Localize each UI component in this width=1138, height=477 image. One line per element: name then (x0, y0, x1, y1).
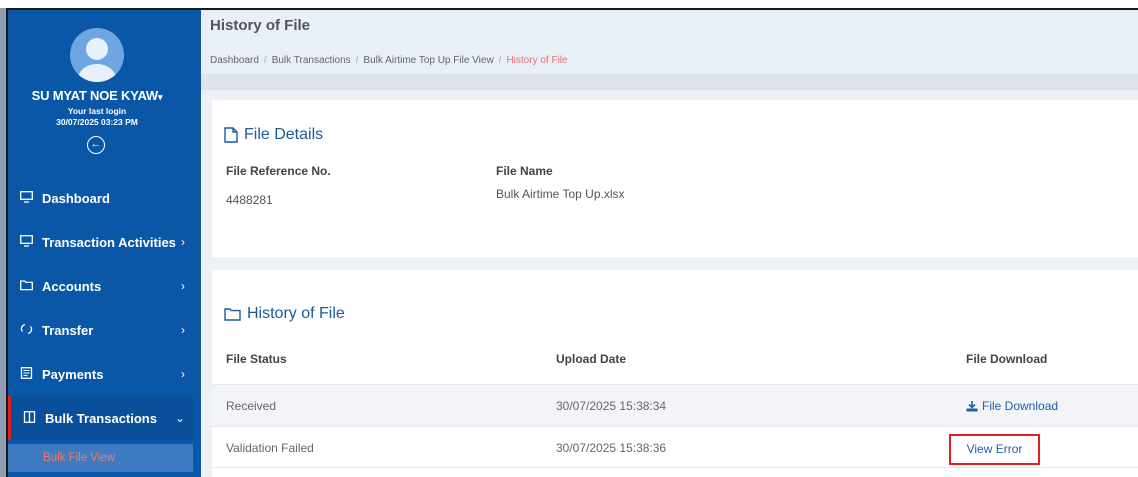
folder-icon (20, 279, 38, 294)
user-name-label: SU MYAT NOE KYAW (31, 88, 159, 103)
sidebar-subitem-bulk-file-view[interactable]: Bulk File View (8, 444, 193, 472)
file-status-cell: Received (226, 399, 277, 413)
chevron-right-icon: › (181, 367, 185, 381)
history-title: History of File (224, 305, 345, 323)
monitor-icon (20, 234, 38, 250)
upload-date-cell: 30/07/2025 15:38:36 (556, 441, 667, 455)
file-details-title-text: File Details (244, 126, 324, 143)
header-divider (201, 74, 1138, 90)
breadcrumb: Dashboard / Bulk Transactions / Bulk Airtime… (210, 55, 568, 66)
refresh-icon (20, 323, 38, 338)
file-details-card: File Details File Reference No. File Nam… (212, 100, 1138, 257)
app-frame: SU MYAT NOE KYAW▾ Your last login 30/07/… (6, 8, 1138, 477)
sidebar-item-bulk-transactions[interactable]: Bulk Transactions ⌄ (8, 396, 193, 440)
upload-date-cell: 30/07/2025 15:38:34 (556, 399, 667, 413)
collapse-sidebar-icon[interactable]: ← (87, 136, 105, 154)
download-icon (966, 400, 978, 411)
file-icon (224, 127, 238, 143)
avatar[interactable] (70, 28, 124, 82)
chevron-right-icon: › (181, 235, 185, 249)
last-login-date: 30/07/2025 03:23 PM (56, 117, 138, 127)
table-row: Received 30/07/2025 15:38:34 File Downlo… (212, 384, 1138, 426)
breadcrumb-bulk-airtime-file-view[interactable]: Bulk Airtime Top Up File View (363, 55, 493, 66)
sidebar-item-dashboard[interactable]: Dashboard (8, 176, 193, 220)
table-row: Validation Failed 30/07/2025 15:38:36 Vi… (212, 426, 1138, 468)
avatar-body (78, 64, 116, 82)
sidebar: SU MYAT NOE KYAW▾ Your last login 30/07/… (8, 10, 201, 477)
folder-open-icon (224, 308, 241, 321)
breadcrumb-bulk-transactions[interactable]: Bulk Transactions (272, 55, 351, 66)
file-download-link[interactable]: File Download (966, 399, 1058, 413)
history-card: History of File File Status Upload Date … (212, 270, 1138, 477)
file-name-label: File Name (496, 164, 553, 178)
chevron-right-icon: › (181, 279, 185, 293)
column-header-file-status: File Status (226, 352, 287, 366)
user-name-dropdown[interactable]: SU MYAT NOE KYAW▾ (8, 88, 186, 103)
document-icon (20, 366, 38, 382)
file-download-label: File Download (982, 399, 1059, 413)
history-title-text: History of File (247, 305, 345, 322)
breadcrumb-current: History of File (506, 55, 568, 66)
file-reference-label: File Reference No. (226, 164, 331, 178)
sidebar-item-label: Dashboard (42, 190, 110, 206)
file-name-value: Bulk Airtime Top Up.xlsx (496, 187, 625, 201)
sidebar-item-payments[interactable]: Payments › (8, 352, 193, 396)
columns-icon (23, 410, 41, 426)
sidebar-item-label: Transaction Activities (42, 234, 176, 250)
page-title: History of File (210, 17, 311, 34)
breadcrumb-dashboard[interactable]: Dashboard (210, 55, 259, 66)
sidebar-item-label: Payments (42, 366, 104, 382)
sidebar-item-transaction-activities[interactable]: Transaction Activities › (8, 220, 193, 264)
page-header: History of File Dashboard / Bulk Transacti… (201, 10, 1138, 74)
sidebar-item-label: Accounts (42, 278, 102, 294)
sidebar-item-accounts[interactable]: Accounts › (8, 264, 193, 308)
file-reference-value: 4488281 (226, 193, 273, 207)
avatar-head (86, 38, 108, 60)
last-login-label: Your last login (67, 106, 127, 116)
file-status-cell: Validation Failed (226, 441, 314, 455)
sidebar-item-transfer[interactable]: Transfer › (8, 308, 193, 352)
chevron-right-icon: › (181, 323, 185, 337)
column-header-file-download: File Download (966, 352, 1048, 366)
main-content: History of File Dashboard / Bulk Transacti… (201, 10, 1138, 477)
file-details-title: File Details (224, 126, 323, 144)
monitor-icon (20, 190, 38, 206)
chevron-down-icon: ⌄ (174, 411, 185, 425)
column-header-upload-date: Upload Date (556, 352, 627, 366)
sidebar-item-label: Bulk Transactions (45, 410, 157, 426)
sidebar-item-label: Transfer (42, 322, 94, 338)
view-error-button[interactable]: View Error (949, 434, 1040, 465)
caret-down-icon: ▾ (158, 92, 163, 102)
